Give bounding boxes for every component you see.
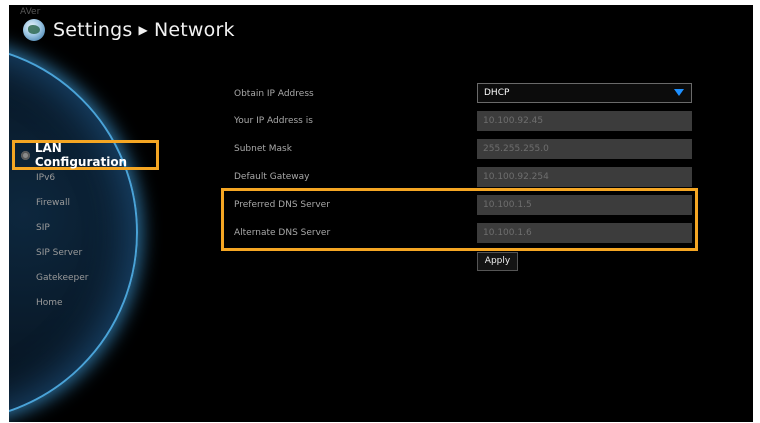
your-ip-field[interactable]: 10.100.92.45 <box>477 111 692 131</box>
menu-item-home[interactable]: Home <box>36 298 63 308</box>
subnet-mask-label: Subnet Mask <box>234 144 292 154</box>
preferred-dns-field[interactable]: 10.100.1.5 <box>477 195 692 215</box>
breadcrumb-arrow-icon: ▶ <box>138 23 148 37</box>
alternate-dns-field[interactable]: 10.100.1.6 <box>477 223 692 243</box>
dropdown-triangle-icon <box>674 89 684 96</box>
obtain-ip-select[interactable]: DHCP <box>477 83 692 103</box>
selected-bullet-icon <box>21 150 30 160</box>
title-network: Network <box>153 19 235 41</box>
menu-item-lan-configuration[interactable]: LAN Configuration <box>12 140 159 170</box>
preferred-dns-label: Preferred DNS Server <box>234 200 330 210</box>
title-settings: Settings <box>53 19 133 41</box>
obtain-ip-value: DHCP <box>484 88 510 98</box>
globe-icon <box>23 19 45 41</box>
page-header: Settings ▶ Network <box>23 19 235 41</box>
tv-screen: AVer Settings ▶ Network LAN Configuration … <box>9 5 753 422</box>
menu-item-gatekeeper[interactable]: Gatekeeper <box>36 273 88 283</box>
menu-item-sip[interactable]: SIP <box>36 223 50 233</box>
apply-button[interactable]: Apply <box>477 252 518 271</box>
menu-item-sip-server[interactable]: SIP Server <box>36 248 82 258</box>
default-gateway-label: Default Gateway <box>234 172 310 182</box>
page-title: Settings ▶ Network <box>53 19 235 41</box>
alternate-dns-label: Alternate DNS Server <box>234 228 331 238</box>
decorative-glow-arc <box>9 43 138 422</box>
subnet-mask-field[interactable]: 255.255.255.0 <box>477 139 692 159</box>
your-ip-label: Your IP Address is <box>234 116 313 126</box>
menu-item-ipv6[interactable]: IPv6 <box>36 173 55 183</box>
menu-item-label: LAN Configuration <box>34 141 128 169</box>
menu-item-firewall[interactable]: Firewall <box>36 198 70 208</box>
default-gateway-field[interactable]: 10.100.92.254 <box>477 167 692 187</box>
obtain-ip-label: Obtain IP Address <box>234 89 314 99</box>
brand-logo: AVer <box>20 7 41 17</box>
